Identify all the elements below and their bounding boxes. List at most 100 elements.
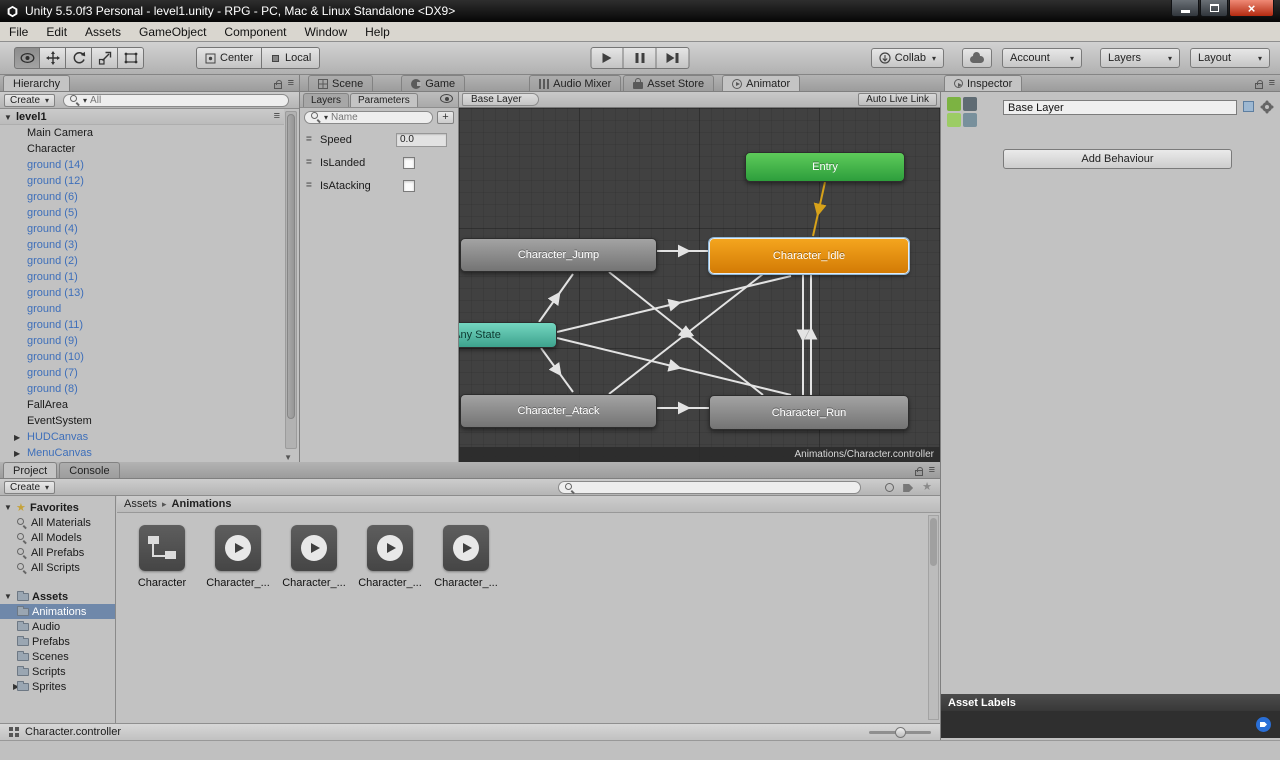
hierarchy-item-ground-2[interactable]: ground (2) [0, 253, 284, 269]
menu-file[interactable]: File [0, 23, 37, 41]
hierarchy-item-main-camera[interactable]: Main Camera [0, 125, 284, 141]
play-button[interactable] [591, 47, 624, 69]
folder-sprites[interactable]: ▶Sprites [0, 679, 115, 694]
hierarchy-item-ground-11[interactable]: ground (11) [0, 317, 284, 333]
maximize-button[interactable] [1200, 0, 1228, 17]
state-node-character-idle[interactable]: Character_Idle [709, 238, 909, 274]
collab-dropdown[interactable]: Collab▾ [871, 48, 944, 68]
gear-icon[interactable] [1262, 102, 1272, 112]
transition-line[interactable] [541, 348, 573, 392]
folder-audio[interactable]: Audio [0, 619, 115, 634]
foldout-open-icon[interactable]: ▼ [4, 113, 12, 122]
hand-tool-button[interactable] [14, 47, 40, 69]
layout-dropdown[interactable]: Layout▾ [1190, 48, 1270, 68]
drag-handle-icon[interactable]: = [306, 157, 312, 168]
hierarchy-scrollbar[interactable]: ▼ [285, 111, 297, 449]
hierarchy-item-ground-8[interactable]: ground (8) [0, 381, 284, 397]
hierarchy-item-ground-3[interactable]: ground (3) [0, 237, 284, 253]
thumbnail-zoom-slider[interactable] [869, 731, 931, 734]
hierarchy-item-ground-14[interactable]: ground (14) [0, 157, 284, 173]
tab-parameters[interactable]: Parameters [350, 93, 418, 107]
menu-help[interactable]: Help [356, 23, 399, 41]
asset-grid-scrollbar[interactable] [928, 515, 939, 720]
tab-asset-store[interactable]: Asset Store [623, 75, 714, 91]
state-machine-graph[interactable]: Animations/Character.controller EntryCha… [459, 108, 940, 462]
tab-hierarchy[interactable]: Hierarchy [3, 75, 70, 91]
parameter-search-input[interactable] [331, 112, 426, 123]
hierarchy-item-menucanvas[interactable]: ▶MenuCanvas [0, 445, 284, 461]
assets-root[interactable]: ▼Assets [0, 589, 115, 604]
scene-root-row[interactable]: ▼ level1 ≡ [0, 109, 284, 125]
favorite-all-materials[interactable]: All Materials [0, 515, 115, 530]
menu-assets[interactable]: Assets [76, 23, 130, 41]
hierarchy-item-ground-1[interactable]: ground (1) [0, 269, 284, 285]
tab-project[interactable]: Project [3, 462, 57, 478]
favorites-root[interactable]: ▼★Favorites [0, 500, 115, 515]
menu-gameobject[interactable]: GameObject [130, 23, 215, 41]
pivot-toggle-button[interactable]: Center [196, 47, 262, 69]
rotate-tool-button[interactable] [66, 47, 92, 69]
favorite-all-models[interactable]: All Models [0, 530, 115, 545]
hierarchy-item-ground-6[interactable]: ground (6) [0, 189, 284, 205]
parameter-islanded[interactable]: =IsLanded [300, 154, 458, 171]
breadcrumb-base-layer[interactable]: Base Layer [462, 93, 539, 106]
rect-tool-button[interactable] [118, 47, 144, 69]
menu-window[interactable]: Window [295, 23, 356, 41]
lock-icon[interactable] [1255, 83, 1263, 89]
breadcrumb-current[interactable]: Animations [172, 498, 232, 510]
project-create-button[interactable]: Create▾ [4, 481, 55, 494]
breadcrumb-root[interactable]: Assets [124, 498, 157, 510]
foldout-closed-icon[interactable]: ▶ [14, 433, 20, 442]
foldout-open-icon[interactable]: ▼ [4, 592, 12, 601]
hierarchy-item-eventsystem[interactable]: EventSystem [0, 413, 284, 429]
transition-line[interactable] [813, 182, 825, 236]
favorite-all-prefabs[interactable]: All Prefabs [0, 545, 115, 560]
tab-animator[interactable]: Animator [722, 75, 800, 91]
hierarchy-item-ground-12[interactable]: ground (12) [0, 173, 284, 189]
tab-scene[interactable]: Scene [308, 75, 373, 91]
transition-line[interactable] [539, 274, 573, 322]
hierarchy-item-fallarea[interactable]: FallArea [0, 397, 284, 413]
add-behaviour-button[interactable]: Add Behaviour [1003, 149, 1232, 169]
menu-component[interactable]: Component [215, 23, 295, 41]
asset-character[interactable]: Character_... [358, 525, 422, 589]
pause-button[interactable] [624, 47, 657, 69]
folder-scenes[interactable]: Scenes [0, 649, 115, 664]
project-search[interactable] [558, 481, 861, 494]
foldout-open-icon[interactable]: ▼ [4, 503, 12, 512]
hierarchy-item-ground-7[interactable]: ground (7) [0, 365, 284, 381]
asset-labels-header[interactable]: Asset Labels [941, 694, 1280, 711]
state-node-character-jump[interactable]: Character_Jump [460, 238, 657, 272]
scrollbar-thumb[interactable] [287, 114, 295, 419]
lock-icon[interactable] [274, 83, 282, 89]
search-by-type-icon[interactable] [885, 483, 894, 492]
account-dropdown[interactable]: Account▾ [1002, 48, 1082, 68]
tab-inspector[interactable]: Inspector [944, 75, 1022, 91]
menu-edit[interactable]: Edit [37, 23, 76, 41]
space-toggle-button[interactable]: Local [262, 47, 320, 69]
scrollbar-thumb[interactable] [930, 518, 937, 566]
drag-handle-icon[interactable]: = [306, 134, 312, 145]
close-button[interactable]: × [1229, 0, 1274, 17]
panel-menu-icon[interactable]: ≡ [929, 465, 935, 476]
state-node-any-state[interactable]: Any State [459, 322, 557, 348]
foldout-closed-icon[interactable]: ▶ [14, 449, 20, 458]
tab-console[interactable]: Console [59, 462, 119, 478]
hierarchy-item-ground-4[interactable]: ground (4) [0, 221, 284, 237]
eye-icon[interactable] [440, 94, 453, 103]
scale-tool-button[interactable] [92, 47, 118, 69]
state-node-entry[interactable]: Entry [745, 152, 905, 182]
folder-scripts[interactable]: Scripts [0, 664, 115, 679]
layer-name-field[interactable]: Base Layer [1003, 100, 1237, 115]
asset-character[interactable]: Character_... [206, 525, 270, 589]
parameter-checkbox[interactable] [403, 180, 415, 192]
parameter-checkbox[interactable] [403, 157, 415, 169]
parameter-search[interactable]: ▾ [304, 111, 433, 124]
tab-game[interactable]: Game [401, 75, 465, 91]
asset-character[interactable]: Character [130, 525, 194, 589]
folder-animations[interactable]: Animations [0, 604, 115, 619]
parameter-value-field[interactable]: 0.0 [396, 133, 447, 147]
folder-prefabs[interactable]: Prefabs [0, 634, 115, 649]
step-button[interactable] [657, 47, 690, 69]
tab-audio-mixer[interactable]: Audio Mixer [529, 75, 621, 91]
